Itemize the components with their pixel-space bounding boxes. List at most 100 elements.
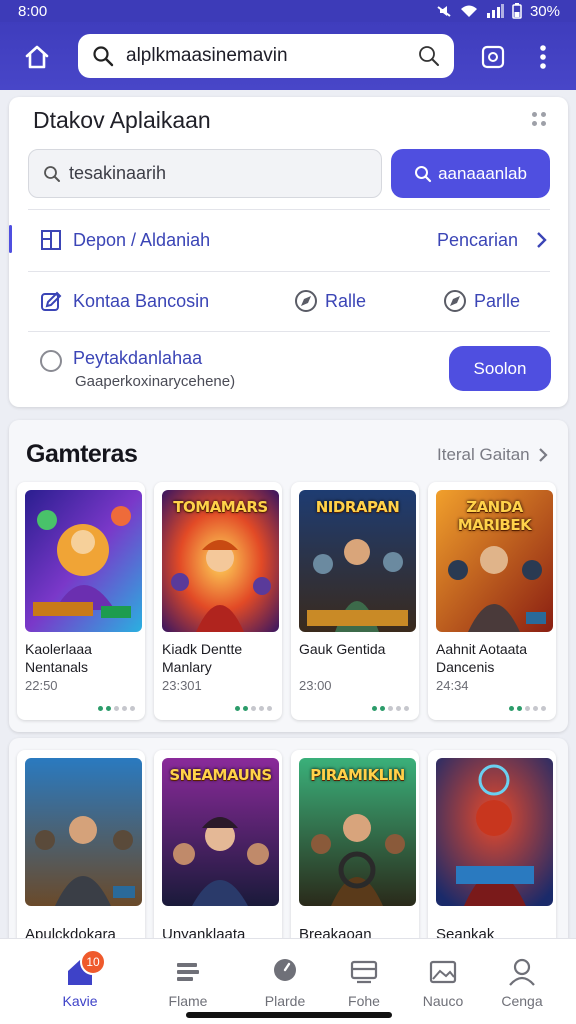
- person-icon: [509, 958, 535, 986]
- cover-title: SNEAMAUNS: [169, 766, 272, 784]
- top-search-field[interactable]: alplkmaasinemavin: [78, 34, 454, 78]
- app-search-button[interactable]: aanaaanlab: [391, 149, 550, 198]
- radio-button[interactable]: [40, 350, 62, 372]
- game-cover-image: NIDRAPAN: [299, 490, 416, 632]
- nav-item-flame[interactable]: Flame: [148, 949, 228, 1009]
- app-search-placeholder: tesakinaarih: [69, 163, 167, 183]
- home-indicator: [186, 1012, 392, 1018]
- signal-icon: [486, 4, 504, 18]
- game-card[interactable]: Apulckdokara: [17, 750, 145, 950]
- list-icon: [177, 963, 199, 981]
- row-parlle-label[interactable]: Parlle: [474, 291, 520, 312]
- games-section: Gamteras Iteral Gaitan Kaolerlaaa Nentan…: [9, 420, 568, 732]
- game-card[interactable]: Kaolerlaaa Nentanals 22:50: [17, 482, 145, 720]
- game-cover-image: PIRAMIKLIN: [299, 758, 416, 906]
- carousel-dots: [509, 706, 546, 711]
- grid-icon: [41, 230, 61, 250]
- wifi-icon: [460, 5, 477, 17]
- divider: [28, 271, 550, 272]
- game-card[interactable]: NIDRAPAN Gauk Gentida 23:00: [291, 482, 419, 720]
- cover-title: NIDRAPAN: [315, 498, 400, 516]
- nav-item-nauco[interactable]: Nauco: [403, 949, 483, 1009]
- game-meta: 22:50: [25, 678, 58, 693]
- nav-label: Flame: [168, 993, 208, 1009]
- game-card[interactable]: SNEAMAUNS Unyanklaata: [154, 750, 282, 950]
- game-meta: 24:34: [436, 678, 469, 693]
- games-section-2: Apulckdokara SNEAMAUNS Unyanklaata PIRAM…: [9, 738, 568, 958]
- row-pencarian-link[interactable]: Pencarian: [437, 230, 518, 251]
- grip-icon[interactable]: [531, 111, 549, 129]
- search-query-text: alplkmaasinemavin: [126, 45, 288, 66]
- game-cover-image: [25, 490, 142, 632]
- search-icon: [44, 165, 60, 182]
- top-app-bar: alplkmaasinemavin: [0, 22, 576, 90]
- nav-label: Kavie: [62, 993, 98, 1009]
- divider: [28, 209, 550, 210]
- home-icon: [25, 45, 49, 69]
- carousel-dots: [98, 706, 135, 711]
- notification-badge: 10: [80, 949, 106, 975]
- game-title: Kaolerlaaa Nentanals: [25, 641, 92, 675]
- scan-button[interactable]: [478, 42, 508, 72]
- row-peytak-label: Peytakdanlahaa: [73, 348, 203, 368]
- game-meta: 23:00: [299, 678, 332, 693]
- game-cover-image: SNEAMAUNS: [162, 758, 279, 906]
- game-cover-image: [436, 758, 553, 906]
- game-meta: 23:301: [162, 678, 202, 693]
- active-row-indicator: [9, 225, 12, 253]
- overflow-menu-button[interactable]: [532, 40, 554, 74]
- cover-title: TOMAMARS: [173, 498, 268, 516]
- apps-card: Dtakov Aplaikaan tesakinaarih aanaaanlab…: [9, 97, 568, 407]
- nav-item-kavie[interactable]: 10 Kavie: [40, 949, 120, 1009]
- row-depon-label[interactable]: Depon / Aldaniah: [73, 230, 210, 251]
- cover-title: ZANDA MARIBEK: [457, 498, 532, 534]
- battery-icon: [512, 3, 522, 19]
- game-title: Aahnit Aotaata Dancenis: [436, 641, 528, 675]
- app-search-button-label: aanaaanlab: [438, 163, 527, 183]
- carousel-dots: [235, 706, 272, 711]
- nav-item-plarde[interactable]: Plarde: [245, 949, 325, 1009]
- nav-item-cenga[interactable]: Cenga: [482, 949, 562, 1009]
- nav-label: Plarde: [264, 993, 306, 1009]
- soolon-button[interactable]: Soolon: [449, 346, 551, 391]
- game-title: Gauk Gentida: [299, 641, 386, 657]
- row-peytak-subtitle: Gaaperkoxinarycehene): [75, 373, 236, 390]
- layers-icon: [350, 960, 378, 984]
- nav-label: Cenga: [501, 993, 543, 1009]
- nav-item-fohe[interactable]: Fohe: [324, 949, 404, 1009]
- compass-icon: [444, 290, 466, 312]
- search-icon: [93, 46, 114, 67]
- cover-title: PIRAMIKLIN: [310, 766, 405, 784]
- app-search-input[interactable]: tesakinaarih: [28, 149, 382, 198]
- home-button[interactable]: [18, 40, 56, 74]
- game-card[interactable]: Seankak: [428, 750, 556, 950]
- game-cover-image: ZANDA MARIBEK: [436, 490, 553, 632]
- mute-icon: [437, 6, 451, 17]
- search-submit-icon[interactable]: [418, 45, 440, 67]
- pin-icon: [274, 959, 296, 981]
- game-cover-image: TOMAMARS: [162, 490, 279, 632]
- status-time: 8:00: [18, 2, 48, 20]
- carousel-dots: [372, 706, 409, 711]
- game-card[interactable]: ZANDA MARIBEK Aahnit Aotaata Dancenis 24…: [428, 482, 556, 720]
- chevron-right-icon: [538, 448, 548, 462]
- image-icon: [429, 960, 457, 984]
- see-all-label: Iteral Gaitan: [437, 445, 530, 464]
- row-ralle-label[interactable]: Ralle: [325, 291, 366, 312]
- chevron-right-icon: [537, 232, 547, 248]
- game-cover-image: [25, 758, 142, 906]
- camera-icon: [481, 45, 505, 69]
- status-bar: 8:00 30%: [0, 0, 576, 22]
- game-card[interactable]: TOMAMARS Kiadk Dentte Manlary 23:301: [154, 482, 282, 720]
- edit-icon: [41, 291, 62, 311]
- row-kontaa-label[interactable]: Kontaa Bancosin: [73, 291, 209, 312]
- divider: [28, 331, 550, 332]
- search-icon: [415, 165, 432, 182]
- apps-card-title: Dtakov Aplaikaan: [33, 107, 211, 133]
- nav-label: Fohe: [348, 993, 380, 1009]
- games-section-title: Gamteras: [26, 440, 138, 468]
- game-card[interactable]: PIRAMIKLIN Breakaoan: [291, 750, 419, 950]
- status-icons: 30%: [436, 3, 560, 20]
- see-all-link[interactable]: Iteral Gaitan: [437, 445, 548, 465]
- compass-icon: [295, 290, 317, 312]
